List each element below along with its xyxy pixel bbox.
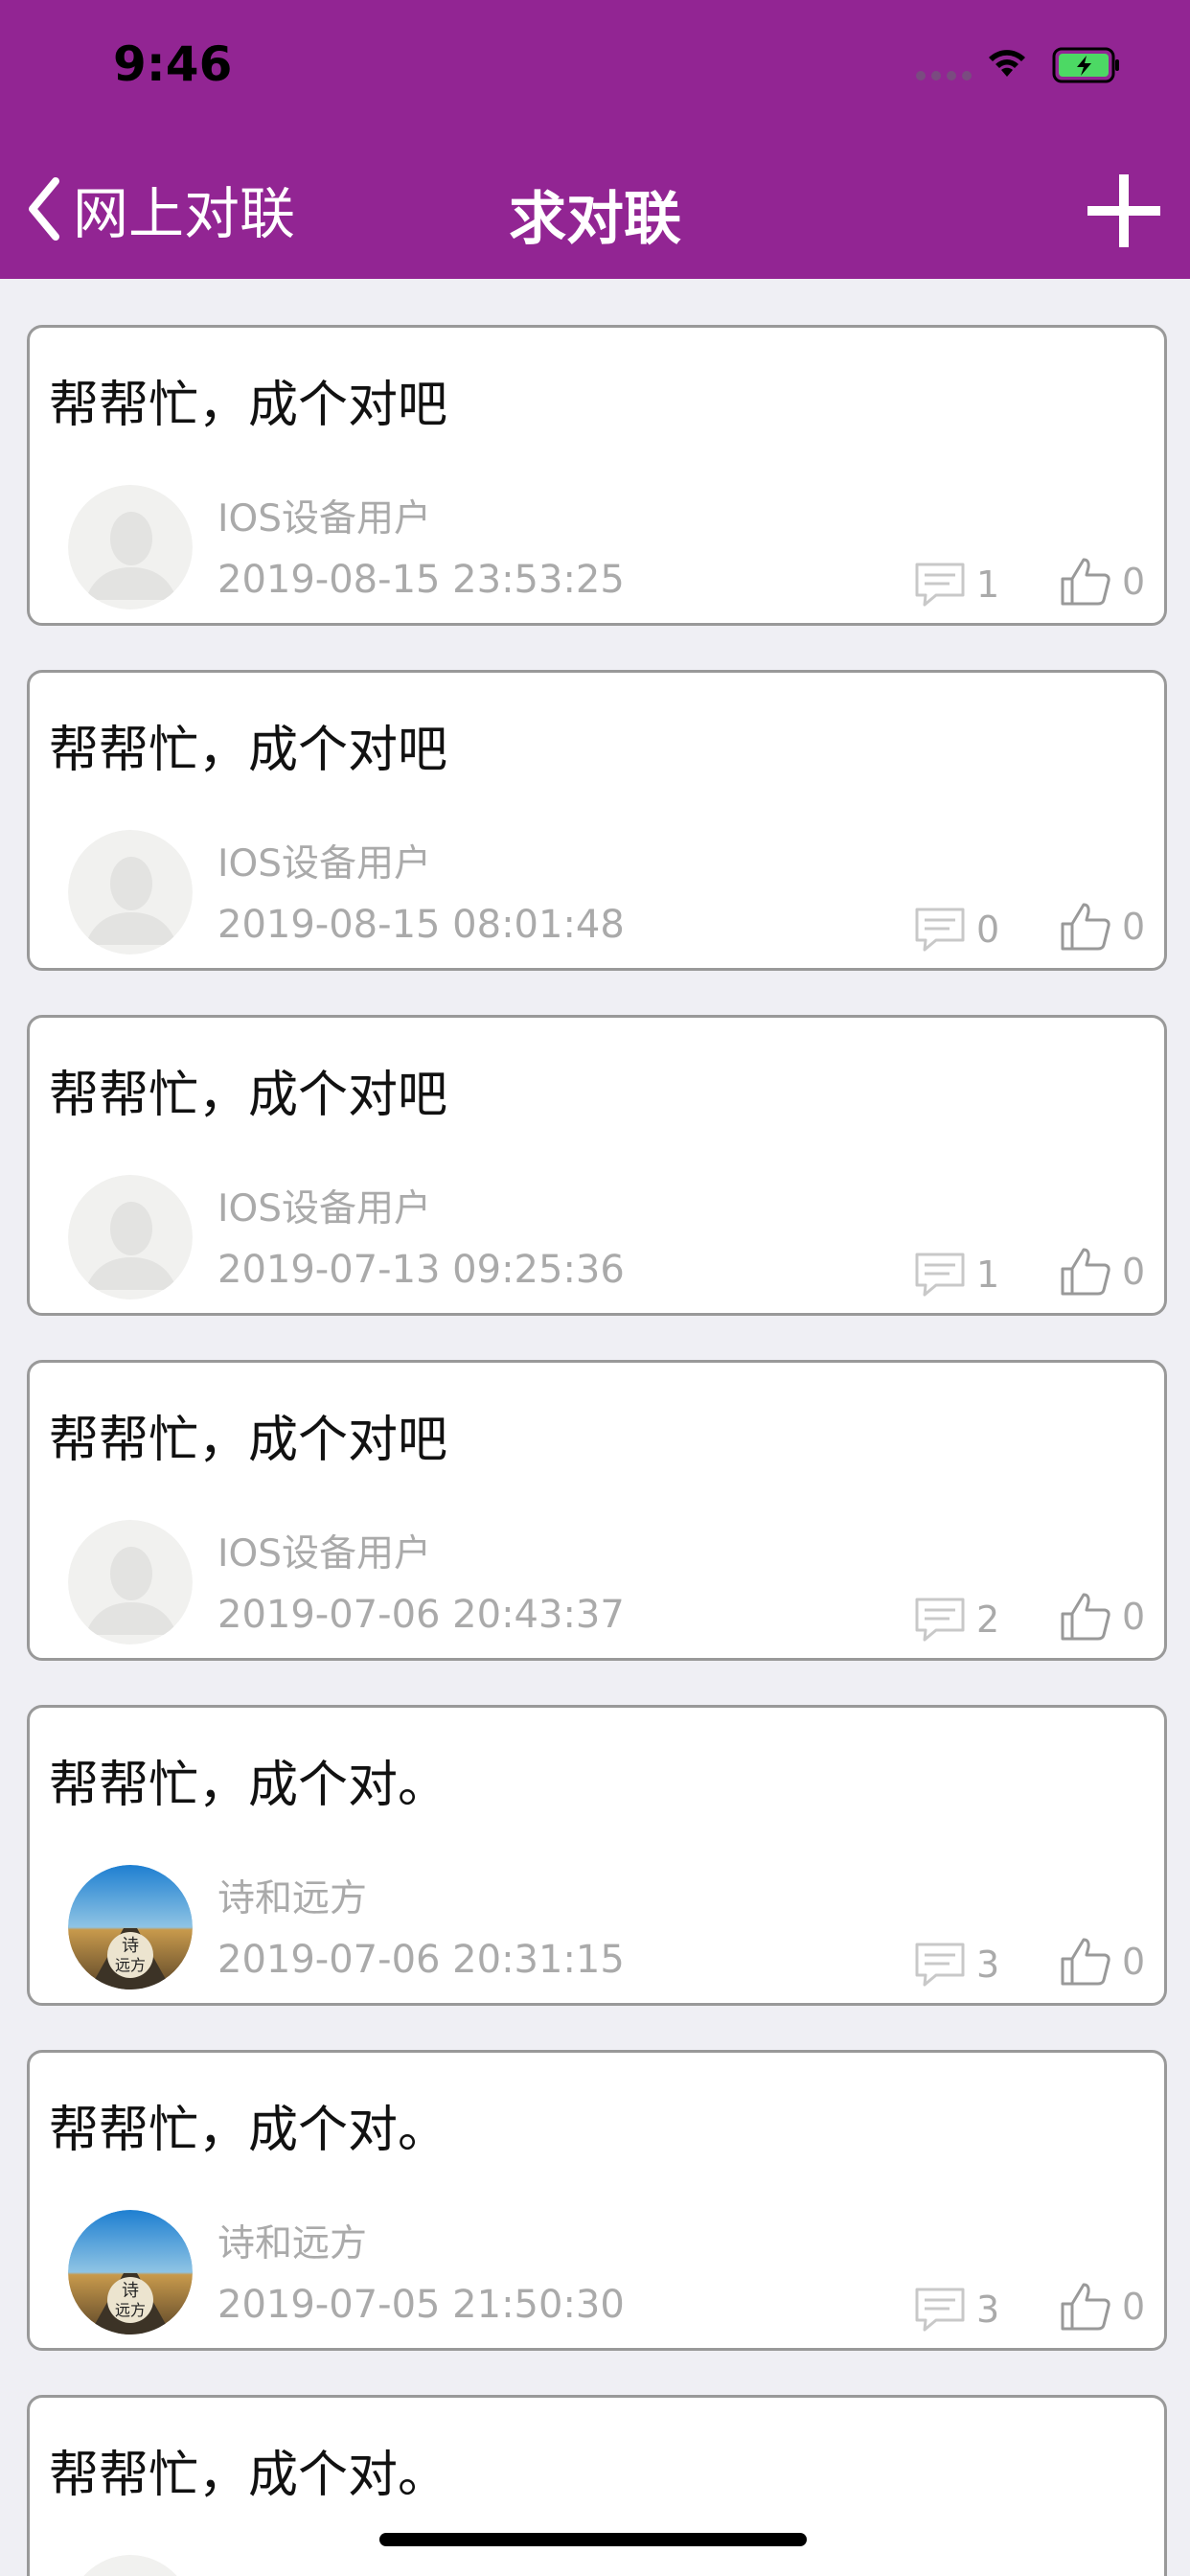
comment-count: 3: [976, 2288, 1000, 2331]
post-card[interactable]: 帮帮忙，成个对。 诗远方 诗和远方 2019-07-05 21:50:30 3 …: [27, 2050, 1167, 2351]
default-avatar: [68, 485, 193, 610]
post-time: 2019-07-06 20:31:15: [217, 1938, 625, 1982]
post-time: 2019-07-05 21:50:30: [217, 2283, 625, 2327]
comment-count: 2: [976, 1598, 1000, 1641]
road-avatar: 诗远方: [68, 2210, 193, 2334]
like-count: 0: [1122, 1596, 1146, 1638]
comment-count: 1: [976, 564, 1000, 606]
like-count: 0: [1122, 1251, 1146, 1293]
comment-icon: [915, 563, 965, 607]
post-author: IOS设备用户: [217, 497, 431, 540]
comment-button[interactable]: 2: [913, 1596, 999, 1644]
comment-icon: [915, 1253, 965, 1297]
like-button[interactable]: 0: [1059, 901, 1145, 953]
post-author: IOS设备用户: [217, 1532, 431, 1576]
comment-button[interactable]: 1: [913, 1251, 999, 1299]
comment-count: 1: [976, 1254, 1000, 1296]
navigation-header: 9:46 网上对联 求对联: [0, 0, 1190, 279]
thumbs-up-icon: [1061, 1938, 1110, 1986]
comment-icon: [915, 1598, 965, 1642]
status-time: 9:46: [113, 36, 233, 92]
comment-button[interactable]: 1: [913, 561, 999, 609]
post-card[interactable]: 帮帮忙，成个对。 诗远方 诗和远方 2019-07-06 20:31:15 3 …: [27, 1705, 1167, 2006]
thumbs-up-icon: [1061, 1593, 1110, 1641]
like-button[interactable]: 0: [1059, 1936, 1145, 1988]
post-time: 2019-07-06 20:43:37: [217, 1593, 625, 1637]
battery-icon: [1052, 47, 1119, 83]
plus-icon[interactable]: [1086, 172, 1162, 249]
post-time: 2019-07-13 09:25:36: [217, 1248, 625, 1292]
comment-icon: [915, 908, 965, 952]
like-count: 0: [1122, 1941, 1146, 1983]
comment-icon: [915, 1943, 965, 1987]
post-time: 2019-08-15 23:53:25: [217, 558, 625, 602]
comment-count: 0: [976, 908, 1000, 951]
default-avatar: [68, 830, 193, 954]
post-title: 帮帮忙，成个对吧: [49, 377, 448, 434]
like-button[interactable]: 0: [1059, 1591, 1145, 1643]
cellular-signal-icon: [916, 71, 972, 80]
comment-button[interactable]: 3: [913, 1941, 999, 1989]
default-avatar: [68, 1520, 193, 1644]
post-title: 帮帮忙，成个对吧: [49, 1412, 448, 1469]
svg-text:远方: 远方: [115, 1956, 146, 1974]
svg-text:诗: 诗: [122, 2281, 139, 2301]
post-card[interactable]: 帮帮忙，成个对吧 IOS设备用户 2019-07-06 20:43:37 2 0: [27, 1360, 1167, 1661]
default-avatar: [68, 2555, 193, 2576]
post-card[interactable]: 帮帮忙，成个对吧 IOS设备用户 2019-07-13 09:25:36 1 0: [27, 1015, 1167, 1316]
thumbs-up-icon: [1061, 2283, 1110, 2331]
post-author: 诗和远方: [217, 2222, 368, 2266]
like-button[interactable]: 0: [1059, 556, 1145, 608]
post-title: 帮帮忙，成个对吧: [49, 722, 448, 779]
comment-button[interactable]: 3: [913, 2286, 999, 2334]
post-author: 诗和远方: [217, 1877, 368, 1920]
thumbs-up-icon: [1061, 903, 1110, 951]
post-title: 帮帮忙，成个对。: [49, 2447, 448, 2504]
post-time: 2019-08-15 08:01:48: [217, 903, 625, 947]
post-title: 帮帮忙，成个对吧: [49, 1067, 448, 1124]
like-button[interactable]: 0: [1059, 2281, 1145, 2333]
svg-text:远方: 远方: [115, 2301, 146, 2319]
like-button[interactable]: 0: [1059, 1246, 1145, 1298]
post-card[interactable]: 帮帮忙，成个对。: [27, 2395, 1167, 2576]
comment-count: 3: [976, 1944, 1000, 1986]
like-count: 0: [1122, 561, 1146, 603]
comment-icon: [915, 2288, 965, 2332]
like-count: 0: [1122, 906, 1146, 948]
thumbs-up-icon: [1061, 1248, 1110, 1296]
post-title: 帮帮忙，成个对。: [49, 2102, 448, 2159]
thumbs-up-icon: [1061, 558, 1110, 606]
post-list[interactable]: 帮帮忙，成个对吧 IOS设备用户 2019-08-15 23:53:25 1 0…: [0, 279, 1190, 2576]
post-card[interactable]: 帮帮忙，成个对吧 IOS设备用户 2019-08-15 08:01:48 0 0: [27, 670, 1167, 971]
post-author: IOS设备用户: [217, 842, 431, 886]
default-avatar: [68, 1175, 193, 1300]
road-avatar: 诗远方: [68, 1865, 193, 1990]
wifi-icon: [989, 50, 1025, 77]
post-author: IOS设备用户: [217, 1187, 431, 1230]
post-title: 帮帮忙，成个对。: [49, 1757, 448, 1814]
page-title: 求对联: [509, 186, 681, 253]
comment-button[interactable]: 0: [913, 906, 999, 954]
post-card[interactable]: 帮帮忙，成个对吧 IOS设备用户 2019-08-15 23:53:25 1 0: [27, 325, 1167, 626]
like-count: 0: [1122, 2286, 1146, 2328]
home-indicator: [379, 2533, 807, 2546]
svg-text:诗: 诗: [122, 1936, 139, 1956]
